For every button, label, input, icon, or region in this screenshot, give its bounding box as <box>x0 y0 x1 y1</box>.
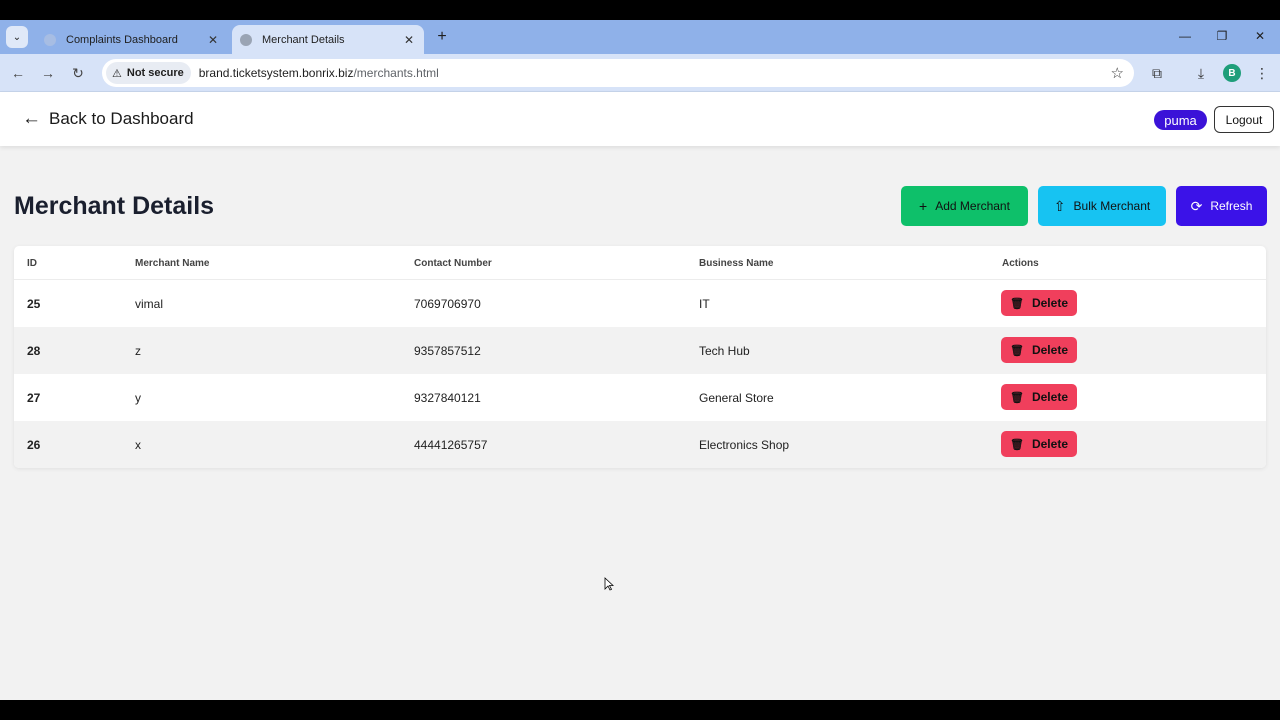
table-header: ID Merchant Name Contact Number Business… <box>14 246 1266 280</box>
column-header-merchant-name: Merchant Name <box>135 258 210 269</box>
add-merchant-button[interactable]: + Add Merchant <box>901 186 1028 226</box>
cell-contact-number: 9327840121 <box>414 391 481 405</box>
reload-button[interactable]: ↻ <box>68 63 88 83</box>
minimize-icon: — <box>1179 29 1191 43</box>
delete-label: Delete <box>1031 437 1068 451</box>
close-window-button[interactable]: ✕ <box>1248 26 1272 46</box>
column-header-id: ID <box>27 258 37 269</box>
back-button[interactable]: ← <box>8 63 28 83</box>
trash-icon: 🗑 <box>1010 438 1024 451</box>
page-header: ← Back to Dashboard puma Logout <box>0 92 1280 146</box>
bookmark-star-icon[interactable]: ☆ <box>1111 64 1124 82</box>
cell-contact-number: 9357857512 <box>414 344 481 358</box>
column-header-business-name: Business Name <box>699 258 774 269</box>
chevron-down-icon: ⌄ <box>12 31 22 43</box>
warning-icon: ⚠ <box>112 67 122 80</box>
bulk-merchant-button[interactable]: ⇧ Bulk Merchant <box>1038 186 1166 226</box>
cell-business-name: General Store <box>699 391 774 405</box>
cell-merchant-name: z <box>135 344 141 358</box>
plus-icon: + <box>437 28 447 45</box>
mouse-cursor-icon <box>604 577 614 591</box>
table-row: 28 z 9357857512 Tech Hub 🗑 Delete <box>14 327 1266 374</box>
cloud-upload-icon: ⇧ <box>1053 197 1066 214</box>
trash-icon: 🗑 <box>1010 391 1024 404</box>
reload-icon: ↻ <box>72 64 84 81</box>
delete-label: Delete <box>1031 390 1068 404</box>
delete-button[interactable]: 🗑 Delete <box>1001 337 1077 363</box>
profile-avatar[interactable]: B <box>1223 64 1241 82</box>
refresh-icon: ⟳ <box>1190 197 1203 214</box>
column-header-contact-number: Contact Number <box>414 258 492 269</box>
browser-toolbar: ← → ↻ ⚠ Not secure brand.ticketsystem.bo… <box>0 54 1280 92</box>
cell-business-name: Tech Hub <box>699 344 750 358</box>
trash-icon: 🗑 <box>1010 344 1024 357</box>
url-path: /merchants.html <box>353 66 439 80</box>
security-label: Not secure <box>126 67 184 79</box>
table-row: 27 y 9327840121 General Store 🗑 Delete <box>14 374 1266 421</box>
delete-button[interactable]: 🗑 Delete <box>1001 290 1077 316</box>
tab-strip: ⌄ Complaints Dashboard ✕ Merchant Detail… <box>0 20 1280 54</box>
back-label: Back to Dashboard <box>49 109 194 128</box>
minimize-button[interactable]: — <box>1173 26 1197 46</box>
tab-title: Merchant Details <box>262 33 345 46</box>
merchants-table: ID Merchant Name Contact Number Business… <box>14 246 1266 468</box>
logout-button[interactable]: Logout <box>1214 106 1274 133</box>
download-icon: ⤓ <box>1197 64 1205 81</box>
cell-business-name: IT <box>699 297 710 311</box>
table-row: 25 vimal 7069706970 IT 🗑 Delete <box>14 280 1266 327</box>
forward-button[interactable]: → <box>38 63 58 83</box>
arrow-left-icon: ← <box>11 65 25 81</box>
back-to-dashboard-link[interactable]: ← Back to Dashboard <box>22 108 194 130</box>
cell-business-name: Electronics Shop <box>699 438 790 452</box>
delete-label: Delete <box>1031 296 1068 310</box>
globe-icon <box>44 33 56 46</box>
close-icon: ✕ <box>1254 29 1266 43</box>
close-icon[interactable]: ✕ <box>402 33 416 47</box>
url-text: brand.ticketsystem.bonrix.biz/merchants.… <box>199 66 439 80</box>
refresh-button[interactable]: ⟳ Refresh <box>1176 186 1267 226</box>
tab-merchant-details[interactable]: Merchant Details ✕ <box>232 25 424 54</box>
address-bar[interactable]: ⚠ Not secure brand.ticketsystem.bonrix.b… <box>102 59 1134 87</box>
add-merchant-label: Add Merchant <box>935 199 1010 213</box>
cell-id: 26 <box>27 438 41 452</box>
cell-id: 25 <box>27 297 41 311</box>
tab-search-button[interactable]: ⌄ <box>6 26 28 48</box>
globe-icon <box>240 33 252 46</box>
new-tab-button[interactable]: + <box>433 28 451 46</box>
tab-complaints-dashboard[interactable]: Complaints Dashboard ✕ <box>36 25 228 54</box>
column-header-actions: Actions <box>1002 258 1039 269</box>
extensions-button[interactable]: ⧉ <box>1147 63 1167 83</box>
user-badge: puma <box>1154 110 1207 130</box>
cell-contact-number: 7069706970 <box>414 297 481 311</box>
url-host: brand.ticketsystem.bonrix.biz <box>198 66 354 80</box>
delete-label: Delete <box>1031 343 1068 357</box>
restore-icon: ❐ <box>1216 29 1228 43</box>
table-row: 26 x 44441265757 Electronics Shop 🗑 Delet… <box>14 421 1266 468</box>
arrow-right-icon: → <box>41 65 55 81</box>
downloads-button[interactable]: ⤓ <box>1191 63 1211 83</box>
cell-merchant-name: vimal <box>135 297 164 311</box>
trash-icon: 🗑 <box>1010 297 1024 310</box>
cell-id: 27 <box>27 391 41 405</box>
delete-button[interactable]: 🗑 Delete <box>1001 431 1077 457</box>
plus-icon: + <box>919 198 928 214</box>
delete-button[interactable]: 🗑 Delete <box>1001 384 1077 410</box>
bulk-merchant-label: Bulk Merchant <box>1073 199 1151 213</box>
menu-button[interactable]: ⋮ <box>1252 63 1272 83</box>
refresh-label: Refresh <box>1210 199 1253 213</box>
cell-id: 28 <box>27 344 41 358</box>
page: ← Back to Dashboard puma Logout Merchant… <box>0 92 1280 700</box>
arrow-left-icon: ← <box>22 108 41 129</box>
close-icon[interactable]: ✕ <box>206 33 220 47</box>
cell-contact-number: 44441265757 <box>414 438 488 452</box>
cell-merchant-name: y <box>135 391 141 405</box>
restore-button[interactable]: ❐ <box>1210 26 1234 46</box>
more-vertical-icon: ⋮ <box>1255 64 1269 81</box>
browser-window: ⌄ Complaints Dashboard ✕ Merchant Detail… <box>0 20 1280 700</box>
security-chip[interactable]: ⚠ Not secure <box>106 62 191 84</box>
tab-title: Complaints Dashboard <box>66 33 178 46</box>
cell-merchant-name: x <box>135 438 141 452</box>
page-title: Merchant Details <box>14 192 215 220</box>
puzzle-icon: ⧉ <box>1152 64 1162 81</box>
